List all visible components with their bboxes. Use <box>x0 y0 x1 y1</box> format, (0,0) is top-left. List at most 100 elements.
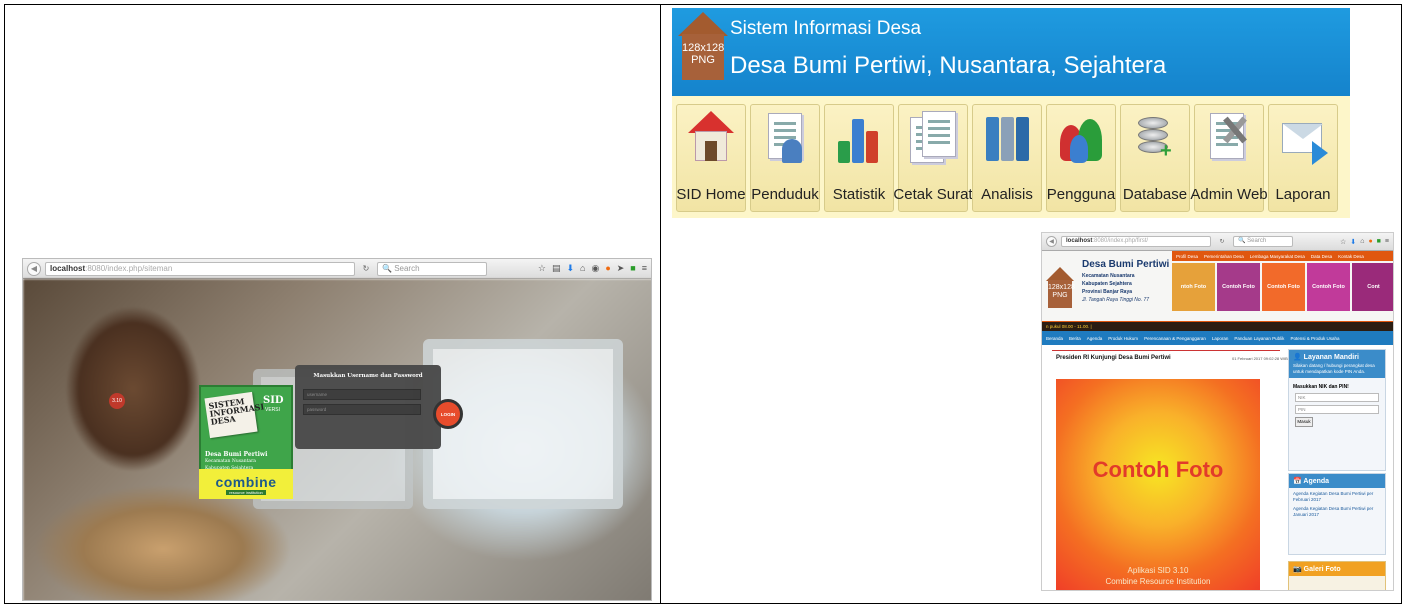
home-icon[interactable]: ⌂ <box>1360 238 1364 246</box>
addon-icon[interactable]: ■ <box>630 263 635 274</box>
nav-panduan-layanan[interactable]: Panduan Layanan Publik <box>1234 336 1284 341</box>
nav-database[interactable]: + Database <box>1120 104 1190 212</box>
address-bar[interactable]: localhost:8080/index.php/siteman <box>45 261 355 276</box>
password-input[interactable]: password <box>303 404 421 415</box>
agenda-link[interactable]: Agenda Kegiatan Desa Bumi Pertiwi per Fe… <box>1289 488 1385 503</box>
top-nav: Profil Desa Pemerintahan Desa Lembaga Ma… <box>1172 251 1393 261</box>
nav-label: Database <box>1122 186 1188 203</box>
nav-pengguna[interactable]: Pengguna <box>1046 104 1116 212</box>
print-letter-icon <box>908 111 958 167</box>
admin-header-screenshot: 128x128 PNG Sistem Informasi Desa Desa B… <box>672 8 1350 218</box>
bookmark-star-icon[interactable]: ☆ <box>1340 238 1346 246</box>
login-title: Masukkan Username dan Password <box>313 373 423 379</box>
menu-icon[interactable]: ≡ <box>642 263 647 274</box>
browser-toolbar: ◀ localhost:8080/index.php/siteman ↻ 🔍 S… <box>23 259 651 279</box>
address-bar[interactable]: localhost:8080/index.php/first/ <box>1061 236 1211 247</box>
street-address: Jl. Tangah Raya Tinggi No. 77 <box>1082 297 1150 303</box>
photo-caption: Aplikasi SID 3.10 Combine Resource Insti… <box>1056 565 1260 587</box>
slider-tile[interactable]: Contoh Foto <box>1307 263 1350 311</box>
nav-laporan[interactable]: Laporan <box>1268 104 1338 212</box>
binders-icon <box>982 111 1032 167</box>
combine-logo: combine resource institution <box>199 469 293 499</box>
galeri-header: 📷 Galeri Foto <box>1289 562 1385 576</box>
nav-penduduk[interactable]: Penduduk <box>750 104 820 212</box>
url-host: localhost <box>1066 238 1093 244</box>
logo-text: 128x128 PNG <box>682 34 724 80</box>
caption-line: Aplikasi SID 3.10 <box>1127 566 1189 575</box>
nav-produk-hukum[interactable]: Produk Hukum <box>1108 336 1138 341</box>
nav-label: Pengguna <box>1046 186 1116 203</box>
post-divider <box>1052 350 1280 351</box>
slider-tile[interactable]: ntoh Foto <box>1172 263 1215 311</box>
search-box[interactable]: 🔍 Search <box>377 261 487 276</box>
addon-icon[interactable]: ■ <box>1377 238 1381 246</box>
nav-statistik[interactable]: Statistik <box>824 104 894 212</box>
reload-icon[interactable]: ↻ <box>1215 238 1229 245</box>
slider-tile[interactable]: Contoh Foto <box>1262 263 1305 311</box>
download-icon[interactable]: ⬇ <box>566 263 574 274</box>
masuk-button[interactable]: Masuk <box>1295 417 1313 427</box>
download-icon[interactable]: ⬇ <box>1350 238 1356 246</box>
bookmarks-list-icon[interactable]: ▤ <box>552 263 561 274</box>
district: Kecamatan Nusantara <box>1082 273 1135 279</box>
nav-label: Penduduk <box>751 186 819 203</box>
nav-label: Statistik <box>832 186 886 203</box>
url-path: :8080/index.php/siteman <box>85 263 173 273</box>
url-path: :8080/index.php/first/ <box>1092 238 1149 244</box>
back-icon[interactable]: ◀ <box>1046 236 1057 247</box>
admin-nav: SID Home Penduduk Statistik Cetak Surat <box>672 96 1350 218</box>
district-name: Kecamatan Nusantara <box>205 459 256 464</box>
topnav-profil-desa[interactable]: Profil Desa <box>1176 254 1198 259</box>
user-icon: 👤 <box>1293 354 1302 361</box>
nav-laporan[interactable]: Laporan <box>1212 336 1229 341</box>
site-body: Presiden RI Kunjungi Desa Bumi Pertiwi 0… <box>1042 345 1393 590</box>
slider-tile[interactable]: Cont <box>1352 263 1393 311</box>
search-box[interactable]: 🔍 Search <box>1233 236 1293 247</box>
version-badge: 3.10 <box>109 393 125 409</box>
topnav-pemerintahan-desa[interactable]: Pemerintahan Desa <box>1204 254 1244 259</box>
extension-icon[interactable]: ● <box>605 263 610 274</box>
topnav-kontak-desa[interactable]: Kontak Desa <box>1338 254 1364 259</box>
calendar-icon: 📅 <box>1293 478 1302 485</box>
nav-sid-home[interactable]: SID Home <box>676 104 746 212</box>
topnav-data-desa[interactable]: Data Desa <box>1311 254 1332 259</box>
sync-icon[interactable]: ➤ <box>617 263 625 274</box>
layanan-mandiri-box: 👤 Layanan Mandiri Silakan datang / hubun… <box>1288 349 1386 471</box>
slider-tile[interactable]: Contoh Foto <box>1217 263 1260 311</box>
nav-admin-web[interactable]: Admin Web <box>1190 104 1268 212</box>
nav-label: Analisis <box>981 186 1033 203</box>
menu-icon[interactable]: ≡ <box>1385 238 1389 246</box>
figure-divider <box>660 4 661 604</box>
chart-bars-icon <box>834 111 884 167</box>
public-site-screenshot: ◀ localhost:8080/index.php/first/ ↻ 🔍 Se… <box>1041 232 1394 591</box>
regency: Kabupaten Sejahtera <box>1082 281 1132 287</box>
extension-icon[interactable]: ● <box>1368 238 1372 246</box>
username-input[interactable]: username <box>303 389 421 400</box>
nav-agenda[interactable]: Agenda <box>1087 336 1103 341</box>
nav-berita[interactable]: Berita <box>1069 336 1081 341</box>
agenda-header: 📅 Agenda <box>1289 474 1385 488</box>
post-title[interactable]: Presiden RI Kunjungi Desa Bumi Pertiwi <box>1056 355 1171 361</box>
photo-slider: ntoh Foto Contoh Foto Contoh Foto Contoh… <box>1172 263 1393 311</box>
nav-beranda[interactable]: Beranda <box>1046 336 1063 341</box>
bookmark-star-icon[interactable]: ☆ <box>538 263 546 274</box>
back-icon[interactable]: ◀ <box>27 261 41 276</box>
login-button[interactable]: LOGIN <box>433 399 463 429</box>
main-nav: Beranda Berita Agenda Produk Hukum Peren… <box>1042 331 1393 345</box>
resident-document-icon <box>760 111 810 167</box>
nav-cetak-surat[interactable]: Cetak Surat <box>893 104 973 212</box>
agenda-link[interactable]: Agenda Kegiatan Desa Bumi Pertiwi per Ja… <box>1289 503 1385 518</box>
topnav-lembaga-masyarakat[interactable]: Lembaga Masyarakat Desa <box>1250 254 1305 259</box>
nav-potensi-produk[interactable]: Potensi & Produk Usaha <box>1290 336 1339 341</box>
layanan-subtitle: Silakan datang / hubungi perangkat desa … <box>1293 363 1375 374</box>
nav-label: Admin Web <box>1190 186 1268 203</box>
reload-icon[interactable]: ↻ <box>359 264 373 273</box>
logo-text: 128x128 PNG <box>1048 280 1075 308</box>
home-icon[interactable]: ⌂ <box>580 263 585 274</box>
pocket-icon[interactable]: ◉ <box>591 263 599 274</box>
nav-perencanaan[interactable]: Perencanaan & Penganggaran <box>1144 336 1206 341</box>
pin-input[interactable]: PIN <box>1295 405 1379 414</box>
nik-input[interactable]: NIK <box>1295 393 1379 402</box>
sid-brand: SID <box>263 395 284 406</box>
nav-analisis[interactable]: Analisis <box>972 104 1042 212</box>
